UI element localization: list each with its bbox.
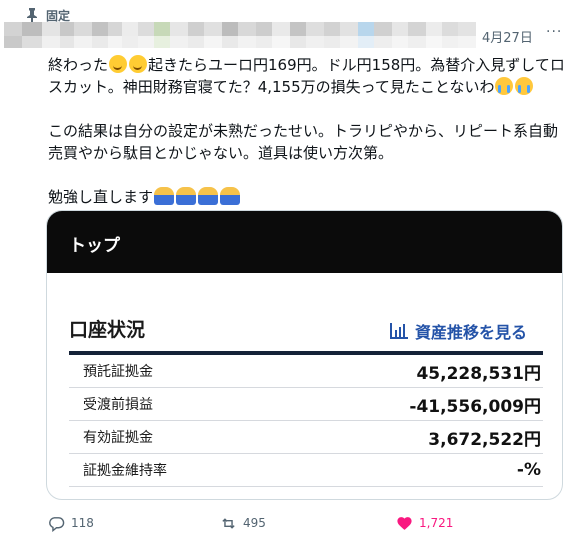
tweet-date[interactable]: 4月27日 — [482, 27, 533, 46]
bowing-person-icon — [154, 187, 175, 205]
attached-image[interactable]: トップ 口座状況 資産推移を見る 預託証拠金 45,228,531円 受渡前損益… — [46, 210, 563, 500]
account-status-title: 口座状況 — [69, 319, 146, 341]
row-label: 証拠金維持率 — [83, 463, 167, 479]
row-value: -41,556,009円 — [409, 396, 541, 417]
bowing-person-icon — [198, 187, 219, 205]
bowing-person-icon — [176, 187, 197, 205]
tweet-line-1: 終わった 起きたらユーロ円169円。ドル円158円。為替介入見ずしてロ — [48, 55, 565, 74]
reply-button[interactable]: 118 — [48, 512, 94, 534]
tweet-text: 終わった 起きたらユーロ円169円。ドル円158円。為替介入見ずしてロ スカット。… — [48, 54, 565, 208]
repost-icon — [222, 517, 235, 529]
row-label: 受渡前損益 — [83, 397, 153, 413]
reply-icon — [49, 516, 65, 532]
account-table: 預託証拠金 45,228,531円 受渡前損益 -41,556,009円 有効証… — [69, 355, 543, 487]
like-button[interactable]: 1,721 — [396, 512, 453, 534]
card-header: トップ — [47, 211, 562, 273]
tweet-line-4: 売買やから駄目とかじゃない。道具は使い方次第。 — [48, 144, 394, 162]
crying-face-icon — [495, 77, 514, 95]
tweet-line-3: この結果は自分の設定が未熟だったせい。トラリピやから、リピート系自動 — [48, 122, 559, 140]
pinned-label: 固定 — [46, 8, 71, 23]
repost-button[interactable]: 495 — [220, 512, 266, 534]
smiling-face-icon — [129, 55, 148, 73]
pin-icon — [27, 8, 37, 22]
row-value: 3,672,522円 — [428, 429, 541, 450]
bowing-person-icon — [220, 187, 241, 205]
table-row: 証拠金維持率 -% — [69, 454, 543, 487]
tweet-line-2: スカット。神田財務官寝てた？4,155万の損失って見たことないわ — [48, 76, 558, 98]
tweet-line-5: 勉強し直します — [48, 186, 558, 208]
smiling-face-icon — [109, 55, 128, 73]
heart-icon — [397, 516, 412, 530]
more-options-icon[interactable]: ··· — [546, 24, 562, 40]
bar-chart-icon — [390, 323, 408, 339]
row-value: -% — [516, 460, 541, 480]
crying-face-icon — [515, 77, 534, 95]
asset-history-link: 資産推移を見る — [389, 319, 527, 343]
repost-count: 495 — [243, 516, 266, 530]
table-row: 預託証拠金 45,228,531円 — [69, 355, 543, 388]
row-label: 預託証拠金 — [83, 364, 153, 380]
table-row: 有効証拠金 3,672,522円 — [69, 421, 543, 454]
table-row: 受渡前損益 -41,556,009円 — [69, 388, 543, 421]
action-bar: 118 495 1,721 — [48, 512, 558, 534]
like-count: 1,721 — [419, 516, 454, 530]
row-value: 45,228,531円 — [416, 363, 541, 384]
row-label: 有効証拠金 — [83, 430, 153, 446]
reply-count: 118 — [71, 516, 94, 530]
